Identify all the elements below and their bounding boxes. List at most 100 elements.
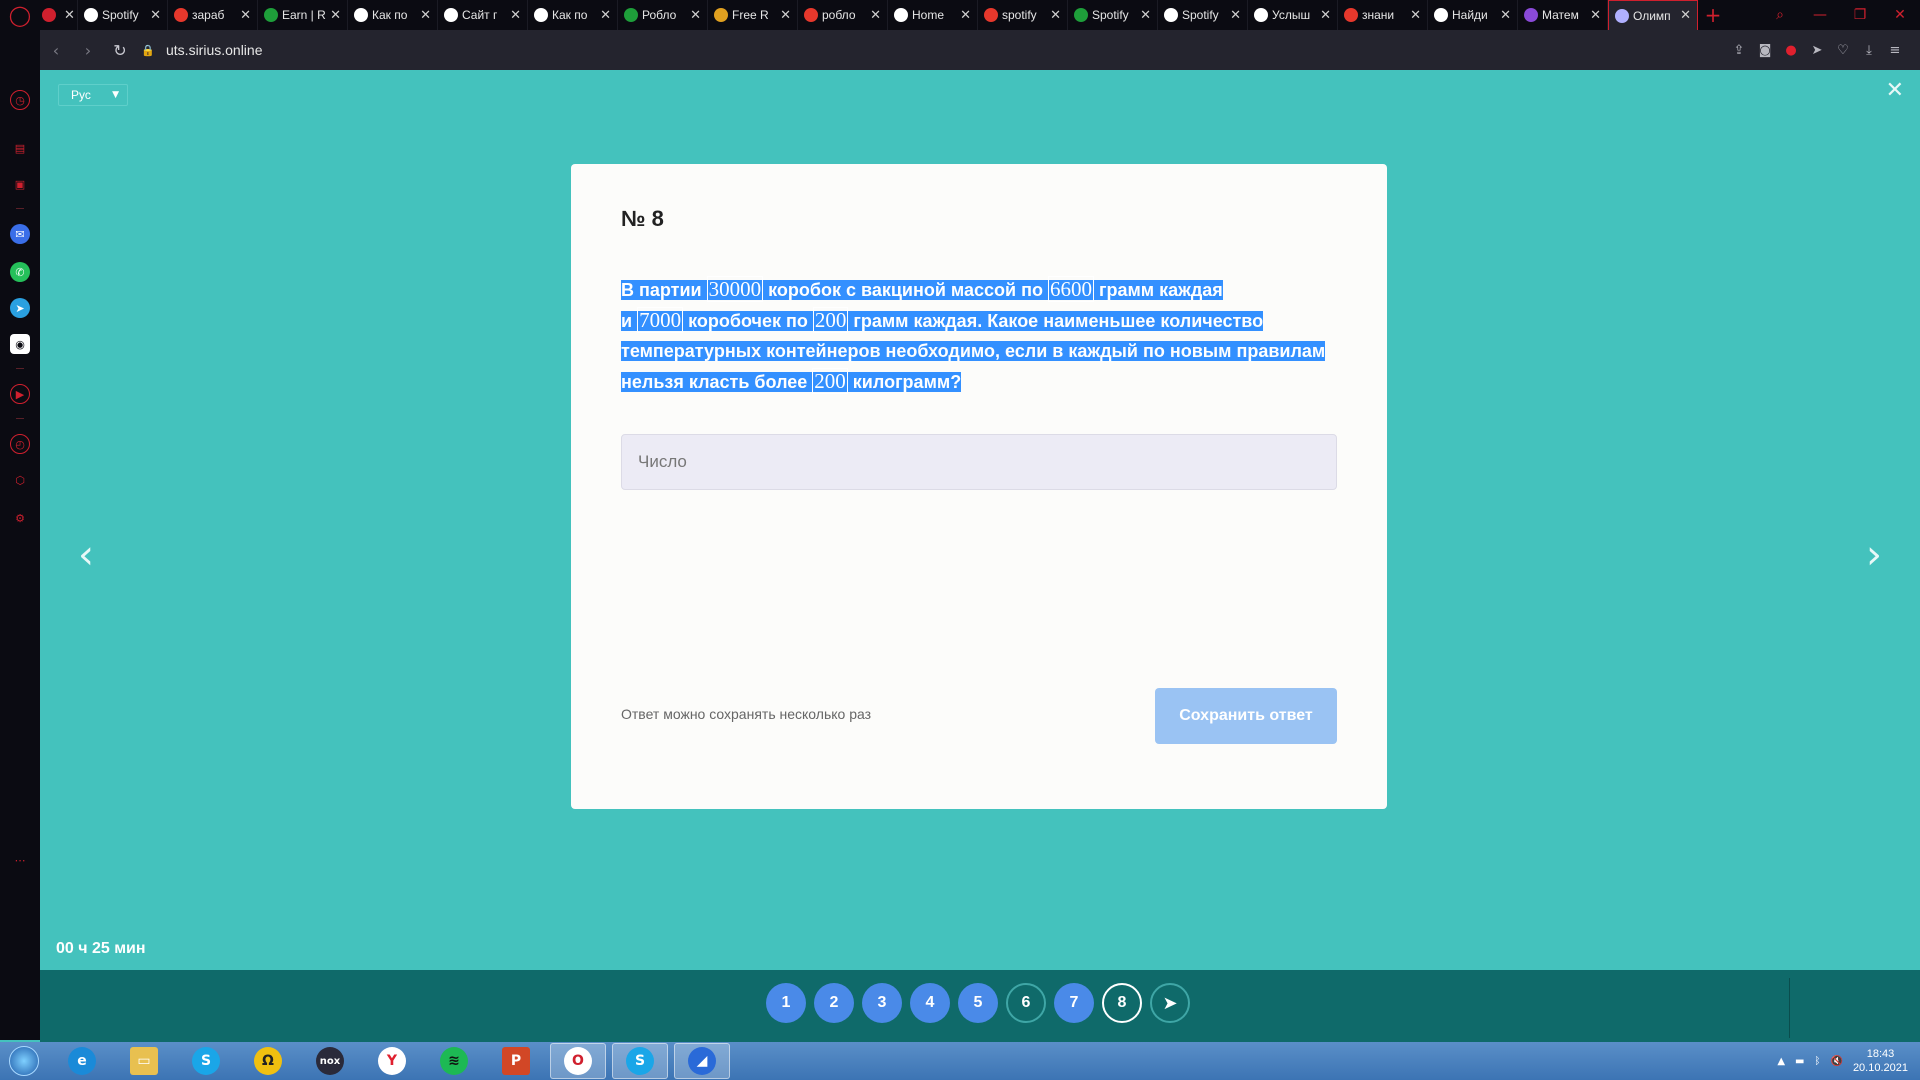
close-icon[interactable]: ✕	[1886, 78, 1904, 103]
tab-close-icon[interactable]: ✕	[240, 8, 251, 23]
tab-close-icon[interactable]: ✕	[1230, 8, 1241, 23]
browser-tab[interactable]: Сайт г ✕	[438, 0, 528, 30]
tab-close-icon[interactable]: ✕	[870, 8, 881, 23]
discord-icon[interactable]: ◉	[10, 334, 30, 354]
browser-tab[interactable]: Spotify ✕	[1158, 0, 1248, 30]
speed-dial-icon[interactable]: ◷	[10, 90, 30, 110]
question-nav-button[interactable]: 6	[1006, 983, 1046, 1023]
close-window-button[interactable]: ✕	[1880, 7, 1920, 23]
taskbar-app-nox[interactable]: nox	[302, 1043, 358, 1079]
tab-close-icon[interactable]: ✕	[1680, 8, 1691, 23]
browser-tab[interactable]: Услыш ✕	[1248, 0, 1338, 30]
minimize-button[interactable]: —	[1800, 7, 1840, 23]
reload-button[interactable]: ↻	[104, 41, 136, 60]
tab-close-icon[interactable]: ✕	[600, 8, 611, 23]
browser-tab[interactable]: Earn | R ✕	[258, 0, 348, 30]
restore-button[interactable]: ❐	[1840, 7, 1880, 23]
tab-close-icon[interactable]: ✕	[1410, 8, 1421, 23]
forward-button[interactable]: ›	[72, 41, 104, 60]
taskbar-app-powerpoint[interactable]: P	[488, 1043, 544, 1079]
taskbar-app-chat[interactable]: Ω	[240, 1043, 296, 1079]
taskbar-app-spotify[interactable]: ≋	[426, 1043, 482, 1079]
tab-close-icon[interactable]: ✕	[780, 8, 791, 23]
browser-tab[interactable]: Free R ✕	[708, 0, 798, 30]
lock-icon[interactable]: 🔒	[136, 44, 160, 57]
question-nav-button[interactable]: 8	[1102, 983, 1142, 1023]
heart-icon[interactable]: ♡	[1830, 43, 1856, 58]
tab-close-icon[interactable]: ✕	[330, 8, 341, 23]
taskbar-app-other[interactable]: ◢	[674, 1043, 730, 1079]
bluetooth-icon[interactable]: ᛒ	[1814, 1056, 1820, 1067]
tab-close-icon[interactable]: ✕	[1050, 8, 1061, 23]
question-nav-button[interactable]: 5	[958, 983, 998, 1023]
next-question-arrow-icon[interactable]: ›	[1866, 535, 1882, 575]
browser-tab[interactable]: робло ✕	[798, 0, 888, 30]
menu-icon[interactable]: ≡	[1882, 43, 1908, 58]
player-icon[interactable]: ▶	[10, 384, 30, 404]
language-select[interactable]: Рус ▼	[58, 84, 128, 106]
question-nav-button[interactable]: 3	[862, 983, 902, 1023]
taskbar-app-yandex[interactable]: Y	[364, 1043, 420, 1079]
start-button[interactable]	[0, 1042, 48, 1080]
tray-expand-icon[interactable]: ▲	[1777, 1056, 1785, 1067]
question-nav-button[interactable]: 2	[814, 983, 854, 1023]
browser-tab[interactable]: Spotify ✕	[78, 0, 168, 30]
tab-close-icon[interactable]: ✕	[150, 8, 161, 23]
adblock-shield-icon[interactable]: ●	[1778, 43, 1804, 58]
previous-question-arrow-icon[interactable]: ‹	[78, 535, 94, 575]
tab-close-icon[interactable]: ✕	[1500, 8, 1511, 23]
tab-close-icon[interactable]: ✕	[690, 8, 701, 23]
network-icon[interactable]: ▬	[1795, 1056, 1804, 1067]
taskbar-app-explorer[interactable]: ▭	[116, 1043, 172, 1079]
tab-close-icon[interactable]: ✕	[510, 8, 521, 23]
tab-close-icon[interactable]: ✕	[420, 8, 431, 23]
browser-tab[interactable]: Как по ✕	[348, 0, 438, 30]
history-icon[interactable]: ◴	[10, 434, 30, 454]
url-field[interactable]: uts.sirius.online	[166, 42, 263, 58]
question-nav-button[interactable]: 4	[910, 983, 950, 1023]
question-nav-button[interactable]: 7	[1054, 983, 1094, 1023]
browser-tab[interactable]: Робло ✕	[618, 0, 708, 30]
browser-tab[interactable]: Как по ✕	[528, 0, 618, 30]
share-icon[interactable]: ⇪	[1726, 43, 1752, 58]
bookmarks-icon[interactable]: ▤	[10, 138, 30, 158]
tab-close-icon[interactable]: ✕	[960, 8, 971, 23]
opera-menu-icon[interactable]: ◯	[0, 0, 40, 30]
extensions-icon[interactable]: ⬡	[10, 470, 30, 490]
search-icon[interactable]: ⌕	[1760, 7, 1800, 23]
taskbar-app-skype[interactable]: S	[178, 1043, 234, 1079]
browser-tab[interactable]: Олимп ✕	[1608, 0, 1698, 30]
twitch-icon[interactable]: ▣	[10, 174, 30, 194]
taskbar-app-skype-active[interactable]: S	[612, 1043, 668, 1079]
taskbar-app-opera[interactable]: O	[550, 1043, 606, 1079]
browser-tab[interactable]: Home ✕	[888, 0, 978, 30]
send-icon[interactable]: ➤	[1804, 43, 1830, 58]
save-answer-button[interactable]: Сохранить ответ	[1155, 688, 1337, 744]
download-icon[interactable]: ⤓	[1856, 43, 1882, 58]
browser-tab[interactable]: знани ✕	[1338, 0, 1428, 30]
answer-input[interactable]: Число	[621, 434, 1337, 490]
browser-tab[interactable]: spotify ✕	[978, 0, 1068, 30]
back-button[interactable]: ‹	[40, 41, 72, 60]
volume-muted-icon[interactable]: 🔇	[1830, 1056, 1842, 1067]
clock[interactable]: 18:43 20.10.2021	[1853, 1047, 1908, 1075]
new-tab-button[interactable]: +	[1698, 3, 1728, 27]
browser-tab[interactable]: зараб ✕	[168, 0, 258, 30]
browser-tab[interactable]: Spotify ✕	[1068, 0, 1158, 30]
camera-icon[interactable]: ◙	[1752, 43, 1778, 58]
settings-gear-icon[interactable]: ⚙	[10, 508, 30, 528]
tab-close-icon[interactable]: ✕	[1140, 8, 1151, 23]
tab-close-icon[interactable]: ✕	[1320, 8, 1331, 23]
browser-tab[interactable]: ✕	[40, 0, 78, 30]
taskbar-app-edge[interactable]: e	[54, 1043, 110, 1079]
whatsapp-icon[interactable]: ✆	[10, 262, 30, 282]
tab-close-icon[interactable]: ✕	[64, 8, 75, 23]
messenger-icon[interactable]: ✉	[10, 224, 30, 244]
question-nav-button[interactable]: 1	[766, 983, 806, 1023]
tab-close-icon[interactable]: ✕	[1590, 8, 1601, 23]
browser-tab[interactable]: Найди ✕	[1428, 0, 1518, 30]
more-icon[interactable]: ⋯	[10, 850, 30, 870]
telegram-icon[interactable]: ➤	[10, 298, 30, 318]
browser-tab[interactable]: Матем ✕	[1518, 0, 1608, 30]
send-arrow-icon[interactable]: ➤	[1150, 983, 1190, 1023]
